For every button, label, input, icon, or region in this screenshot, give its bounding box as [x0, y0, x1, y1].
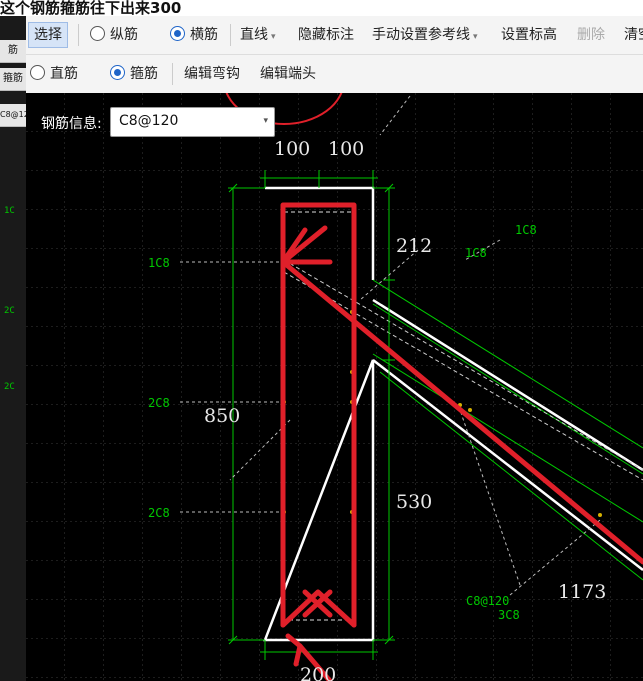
- rebar-label: C8@120: [466, 594, 509, 608]
- dimension-text: 1173: [558, 581, 606, 603]
- dimension-text: 100: [328, 138, 364, 160]
- chevron-down-icon: ▾: [271, 32, 276, 42]
- longitudinal-label: 纵筋: [110, 27, 138, 43]
- toolbar-divider: [172, 63, 173, 85]
- edit-end-button[interactable]: 编辑端头: [260, 63, 316, 85]
- line-type-dropdown[interactable]: 直线 ▾: [240, 24, 276, 46]
- rebar-label: 1C8: [515, 223, 537, 237]
- select-button[interactable]: 选择: [28, 22, 68, 48]
- left-panel-label: 2C: [4, 306, 15, 316]
- radio-off-icon: [30, 65, 45, 80]
- left-panel-item[interactable]: 箍筋: [0, 68, 26, 91]
- transverse-radio[interactable]: 横筋: [170, 24, 218, 46]
- rebar-label: 2C8: [148, 506, 170, 520]
- rebar-label: 3C8: [498, 608, 520, 622]
- drawing-canvas[interactable]: 100 100 212 850 530 1173 200 1C8 1C8 1C8…: [26, 93, 643, 681]
- dimension-text: 100: [274, 138, 310, 160]
- radio-on-icon: [170, 26, 185, 41]
- line-type-label: 直线: [240, 27, 268, 43]
- rebar-info-select[interactable]: C8@120 ▾: [110, 107, 275, 137]
- window-title: 这个钢筋箍筋往下出来300: [0, 0, 182, 16]
- toolbar-secondary: 直筋 箍筋 编辑弯钩 编辑端头: [26, 55, 643, 94]
- manual-reference-label: 手动设置参考线: [372, 27, 470, 43]
- longitudinal-radio[interactable]: 纵筋: [90, 24, 138, 46]
- transverse-label: 横筋: [190, 27, 218, 43]
- toolbar-main: 选择 纵筋 横筋 直线▾ 隐藏标注 手动设置参考线▾ 设置标高 删除 清空: [26, 16, 643, 55]
- grid-pattern: [26, 93, 643, 681]
- title-bar: 这个钢筋箍筋往下出来300: [0, 0, 643, 16]
- manual-reference-line-dropdown[interactable]: 手动设置参考线 ▾: [372, 24, 478, 46]
- set-elevation-button[interactable]: 设置标高: [501, 24, 557, 46]
- radio-on-icon: [110, 65, 125, 80]
- left-panel-item[interactable]: C8@12: [0, 104, 26, 127]
- left-panel-label: 1C: [4, 206, 15, 216]
- rebar-info-label: 钢筋信息:: [41, 116, 102, 132]
- radio-off-icon: [90, 26, 105, 41]
- straight-bar-label: 直筋: [50, 66, 78, 82]
- dimension-text: 200: [300, 664, 336, 681]
- hide-labels-button[interactable]: 隐藏标注: [298, 24, 354, 46]
- rebar-label: 1C8: [465, 246, 487, 260]
- edit-hook-button[interactable]: 编辑弯钩: [184, 63, 240, 85]
- rebar-label: 1C8: [148, 256, 170, 270]
- clear-button[interactable]: 清空: [624, 24, 643, 46]
- chevron-down-icon: ▾: [263, 116, 268, 126]
- stirrup-label: 箍筋: [130, 66, 158, 82]
- rebar-label: 2C8: [148, 396, 170, 410]
- dimension-text: 212: [396, 235, 432, 257]
- dimension-text: 530: [396, 491, 432, 513]
- dimension-text: 850: [204, 405, 240, 427]
- delete-button[interactable]: 删除: [577, 24, 605, 46]
- toolbar-divider: [230, 24, 231, 46]
- straight-bar-radio[interactable]: 直筋: [30, 63, 78, 85]
- toolbar-divider: [78, 24, 79, 46]
- left-panel: 筋 箍筋 C8@12 1C 2C 2C: [0, 16, 27, 681]
- left-panel-label: 2C: [4, 382, 15, 392]
- stirrup-radio[interactable]: 箍筋: [110, 63, 158, 85]
- rebar-info-value: C8@120: [119, 113, 179, 129]
- chevron-down-icon: ▾: [473, 32, 478, 42]
- left-panel-item[interactable]: 筋: [0, 40, 26, 63]
